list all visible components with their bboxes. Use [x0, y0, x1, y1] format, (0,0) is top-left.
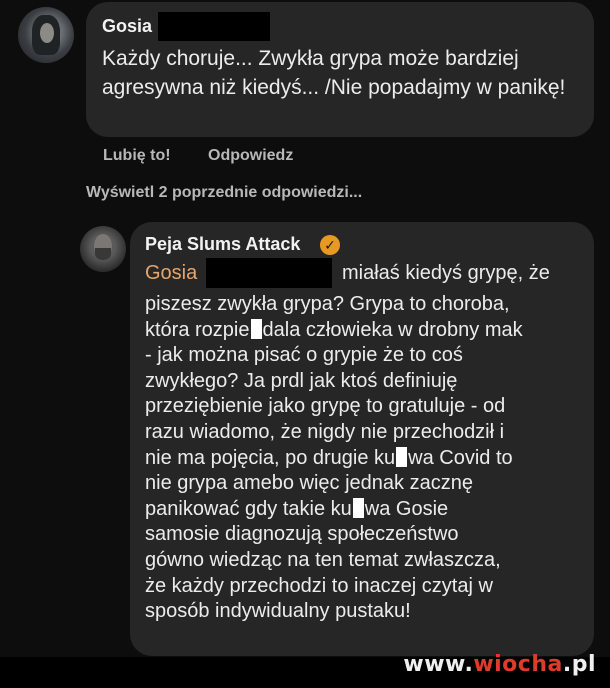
censor-block: [396, 446, 408, 467]
reply-line-part: nie ma pojęcia, po drugie ku: [145, 446, 396, 469]
view-previous-replies-link[interactable]: Wyświetl 2 poprzednie odpowiedzi...: [86, 184, 362, 202]
reply-button[interactable]: Odpowiedz: [208, 147, 293, 165]
reply-line-part: dala człowieka w drobny mak: [262, 318, 523, 341]
censor-block: [352, 497, 364, 518]
mention-link[interactable]: Gosia: [145, 262, 197, 284]
censor-block: [250, 318, 262, 339]
reply-line-part: wa Gosie: [364, 497, 449, 520]
avatar-peja[interactable]: [80, 226, 126, 272]
redaction-bar: [158, 12, 270, 41]
reply-line-part: panikować gdy takie ku: [145, 497, 352, 520]
redaction-bar: [206, 258, 332, 288]
reply-line-part: wa Covid to: [408, 446, 513, 469]
watermark-part: wiocha: [473, 652, 563, 677]
reply-author[interactable]: Peja Slums Attack: [145, 234, 300, 255]
reply-line-part: która rozpie: [145, 318, 250, 341]
avatar-face: [40, 23, 54, 43]
watermark-part: www.: [403, 652, 474, 677]
verified-badge-icon: ✓: [320, 235, 340, 255]
avatar-gosia[interactable]: [18, 7, 74, 63]
reply-line: sposób indywidualny pustaku!: [145, 600, 411, 623]
watermark: www.wiocha.pl: [403, 652, 596, 677]
comment-text: Każdy choruje... Zwykła grypa może bardz…: [102, 47, 566, 99]
comment-author[interactable]: Gosia: [102, 16, 152, 37]
watermark-part: .pl: [562, 652, 596, 677]
reply-line: Gosia: [145, 258, 197, 289]
reply-line: miałaś kiedyś grypę, że: [342, 262, 550, 284]
like-button[interactable]: Lubię to!: [103, 147, 171, 165]
avatar-beard: [95, 248, 111, 260]
